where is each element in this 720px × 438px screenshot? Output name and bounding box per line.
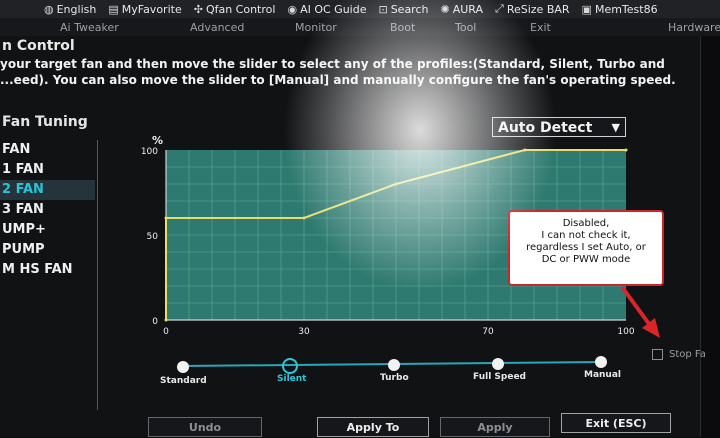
annotation-callout: Disabled, I can not check it, regardless… <box>508 210 664 286</box>
ai-oc-guide-label: AI OC Guide <box>300 2 367 16</box>
memtest-icon: ▣ <box>581 2 592 16</box>
aura-menu[interactable]: ✺ AURA <box>440 3 483 16</box>
fan-tuning-heading: Fan Tuning <box>2 114 88 130</box>
fan-list-divider <box>97 140 98 410</box>
y-tick-label: 100 <box>141 147 158 157</box>
x-tick-label: 0 <box>163 327 169 337</box>
fan-curve-point <box>624 148 628 152</box>
language-label: English <box>56 2 97 16</box>
search-icon: ⊡ <box>378 2 388 16</box>
stop-fan-checkbox[interactable] <box>652 349 663 360</box>
fan-list: FAN 1 FAN 2 FAN 3 FAN UMP+ PUMP M HS FAN <box>0 140 95 280</box>
apply-button[interactable]: Apply <box>440 417 550 437</box>
dialog-title: n Control <box>2 38 75 54</box>
apply-to-button[interactable]: Apply To <box>317 417 429 437</box>
fan-curve-point <box>302 216 306 220</box>
fan-item[interactable]: 1 FAN <box>0 160 95 180</box>
annotation-line: regardless I set Auto, or <box>526 242 646 253</box>
qfan-control-label: Qfan Control <box>205 2 276 16</box>
ai-icon: ◉ <box>287 2 298 16</box>
y-unit-label: % <box>152 134 163 147</box>
search-label: Search <box>390 2 429 16</box>
memtest-menu[interactable]: ▣ MemTest86 <box>582 3 658 16</box>
fan-item-selected[interactable]: 2 FAN <box>0 180 95 200</box>
slider-label-turbo[interactable]: Turbo <box>380 373 409 383</box>
memtest-label: MemTest86 <box>594 2 658 16</box>
fan-icon: ✣ <box>193 2 203 16</box>
top-menu-bar: ◍ English ▤ MyFavorite ✣ Qfan Control ◉ … <box>0 0 720 18</box>
annotation-line: DC or PWW mode <box>541 254 631 265</box>
tab-boot[interactable]: Boot <box>390 21 415 34</box>
tab-tool[interactable]: Tool <box>455 21 476 34</box>
slider-label-silent[interactable]: Silent <box>277 374 306 384</box>
language-menu[interactable]: ◍ English <box>44 3 96 16</box>
tab-hardware[interactable]: Hardware <box>668 21 720 34</box>
qfan-control-menu[interactable]: ✣ Qfan Control <box>194 3 276 16</box>
myfavorite-menu[interactable]: ▤ MyFavorite <box>108 3 181 16</box>
x-tick-label: 30 <box>298 327 310 337</box>
x-tick-label: 70 <box>482 327 494 337</box>
x-tick-label: 100 <box>617 327 634 337</box>
stop-fan-option[interactable]: Stop Fa <box>652 349 706 360</box>
aura-label: AURA <box>452 2 484 16</box>
resize-bar-menu[interactable]: ⤢ ReSize BAR <box>495 2 570 16</box>
tab-exit[interactable]: Exit <box>530 21 551 34</box>
fan-curve-point <box>164 318 168 322</box>
globe-icon: ◍ <box>44 2 54 16</box>
search-menu[interactable]: ⊡ Search <box>378 3 428 16</box>
main-tabs: Ai Tweaker Advanced Monitor Boot Tool Ex… <box>0 18 720 36</box>
aura-icon: ✺ <box>440 2 450 16</box>
stop-fan-label: Stop Fa <box>669 349 706 360</box>
slider-label-standard[interactable]: Standard <box>160 376 207 386</box>
fan-item[interactable]: 3 FAN <box>0 200 95 220</box>
myfavorite-label: MyFavorite <box>121 2 182 16</box>
tab-advanced[interactable]: Advanced <box>190 21 244 34</box>
undo-button[interactable]: Undo <box>148 417 262 437</box>
slider-label-manual[interactable]: Manual <box>584 370 621 380</box>
fan-item[interactable]: FAN <box>0 140 95 160</box>
y-tick-label: 50 <box>147 232 159 242</box>
tab-monitor[interactable]: Monitor <box>295 21 337 34</box>
exit-button[interactable]: Exit (ESC) <box>561 413 671 433</box>
y-tick-label: 0 <box>152 317 158 327</box>
document-icon: ▤ <box>108 2 119 16</box>
fan-curve-point <box>523 148 527 152</box>
fan-curve-point <box>164 216 168 220</box>
tab-ai-tweaker[interactable]: Ai Tweaker <box>60 21 119 34</box>
resize-icon: ⤢ <box>495 2 504 15</box>
annotation-line: Disabled, <box>562 218 610 229</box>
fan-item[interactable]: M HS FAN <box>0 260 95 280</box>
ai-oc-guide-menu[interactable]: ◉ AI OC Guide <box>287 3 366 16</box>
resize-bar-label: ReSize BAR <box>506 2 570 16</box>
fan-item[interactable]: PUMP <box>0 240 95 260</box>
dialog-description: your target fan and then move the slider… <box>0 57 676 87</box>
slider-label-full-speed[interactable]: Full Speed <box>473 372 526 382</box>
fan-curve-point <box>394 182 398 186</box>
annotation-line: I can not check it, <box>541 230 631 241</box>
fan-item[interactable]: UMP+ <box>0 220 95 240</box>
